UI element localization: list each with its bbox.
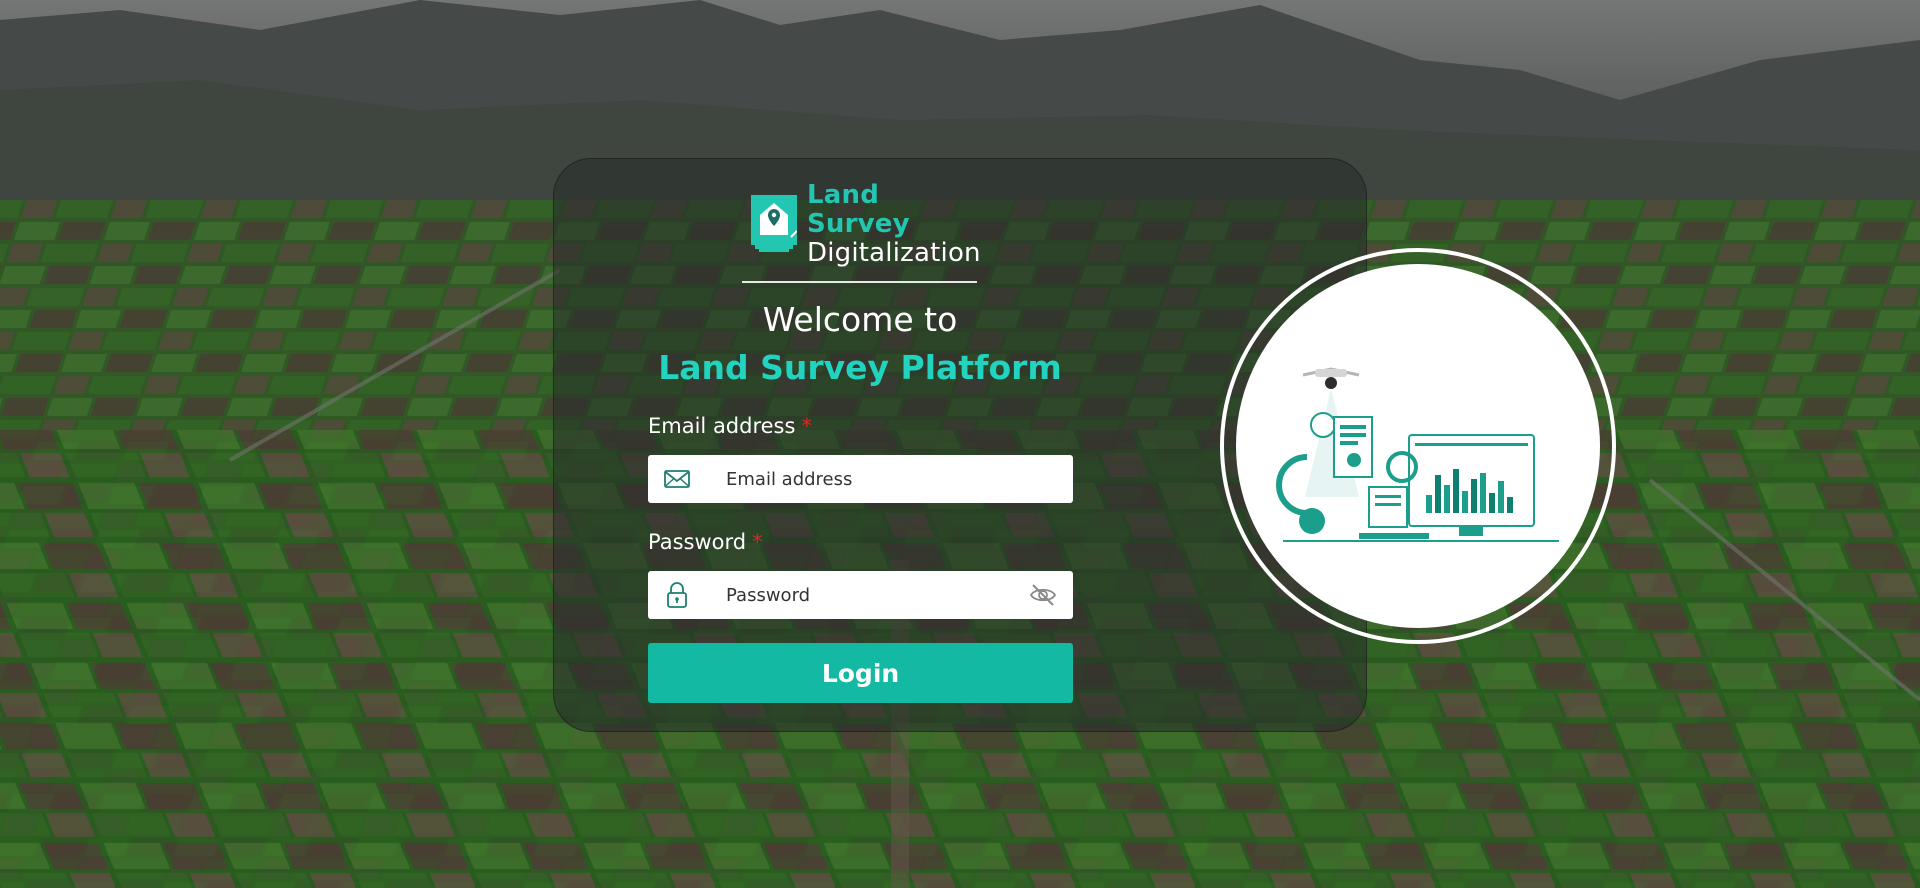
required-mark: * — [801, 414, 812, 438]
required-mark: * — [752, 530, 763, 554]
password-label-text: Password — [648, 530, 747, 554]
divider — [742, 281, 977, 283]
monitor-chart-icon — [1408, 434, 1535, 536]
welcome-heading: Welcome to — [762, 300, 958, 339]
envelope-icon — [664, 470, 690, 488]
password-label: Password * — [648, 530, 763, 554]
email-label-text: Email address — [648, 414, 796, 438]
password-input[interactable] — [726, 571, 1016, 619]
brand-name-line1: Land Survey — [807, 179, 910, 239]
platform-heading: Land Survey Platform — [658, 348, 1062, 387]
brand-name-line2: Digitalization — [807, 237, 981, 268]
house-pin-logo-icon — [751, 195, 797, 252]
email-field[interactable] — [648, 455, 1073, 503]
survey-illustration — [1220, 248, 1616, 644]
login-page: Land Survey Digitalization Welcome to La… — [0, 0, 1920, 888]
email-input[interactable] — [726, 455, 1016, 503]
lock-icon — [667, 582, 687, 608]
brand-logo: Land Survey Digitalization — [751, 180, 991, 267]
email-label: Email address * — [648, 414, 812, 438]
password-field[interactable] — [648, 571, 1073, 619]
login-button[interactable]: Login — [648, 643, 1073, 703]
eye-off-icon[interactable] — [1029, 582, 1057, 608]
